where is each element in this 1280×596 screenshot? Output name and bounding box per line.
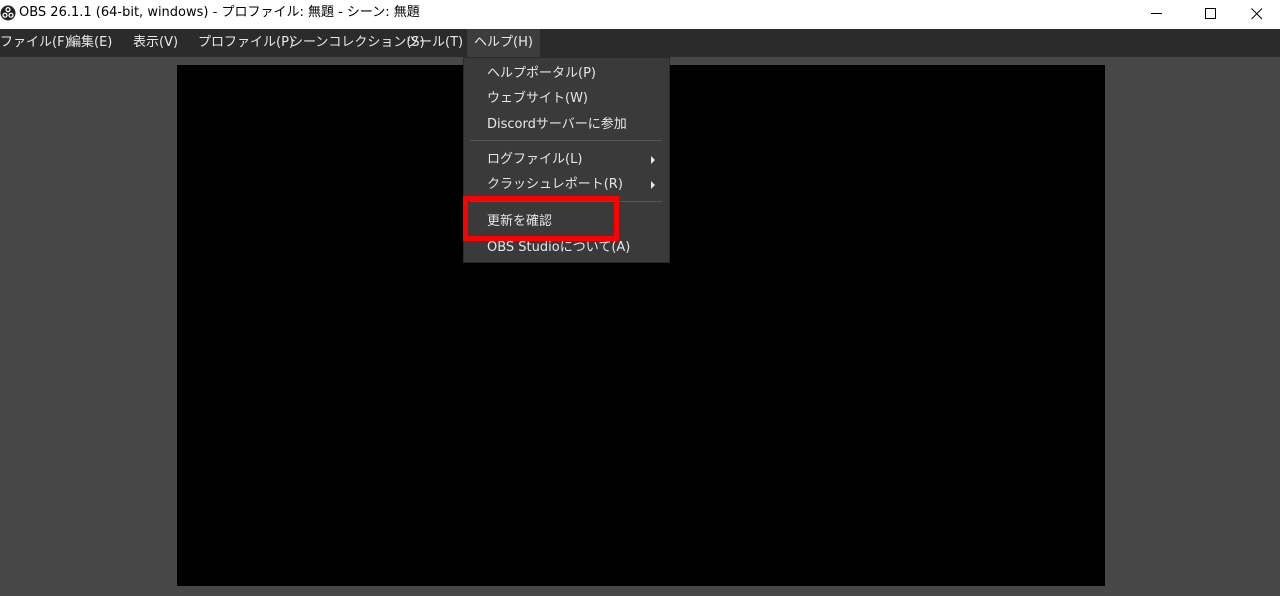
crash-reports-item[interactable]: クラッシュレポート(R): [464, 172, 669, 198]
title-bar: OBS 26.1.1 (64-bit, windows) - プロファイル: 無…: [0, 0, 1280, 29]
window-title: OBS 26.1.1 (64-bit, windows) - プロファイル: 無…: [19, 5, 420, 20]
submenu-arrow-icon: [651, 181, 655, 189]
menu-scene-collection[interactable]: シーンコレクション(S): [290, 29, 425, 57]
website-item[interactable]: ウェブサイト(W): [464, 86, 669, 112]
minimize-button[interactable]: [1134, 0, 1180, 29]
help-portal-item[interactable]: ヘルプポータル(P): [464, 61, 669, 87]
about-obs-label: OBS Studioについて(A): [487, 240, 631, 255]
close-icon: [1251, 8, 1263, 20]
close-button[interactable]: [1234, 0, 1280, 29]
help-portal-label: ヘルプポータル(P): [487, 66, 596, 81]
menu-bar: ファイル(F) 編集(E) 表示(V) プロファイル(P) シーンコレクション(…: [0, 29, 1280, 57]
check-for-updates-label: 更新を確認: [487, 214, 553, 229]
website-label: ウェブサイト(W): [487, 91, 588, 106]
menu-help[interactable]: ヘルプ(H): [467, 29, 540, 57]
menu-edit[interactable]: 編集(E): [68, 29, 112, 57]
submenu-arrow-icon: [651, 156, 655, 164]
menu-file[interactable]: ファイル(F): [0, 29, 70, 57]
obs-logo-icon: [0, 5, 16, 21]
obs-window: OBS 26.1.1 (64-bit, windows) - プロファイル: 無…: [0, 0, 1280, 596]
crash-reports-label: クラッシュレポート(R): [487, 177, 623, 192]
maximize-icon: [1205, 8, 1216, 19]
help-dropdown-menu: ヘルプポータル(P) ウェブサイト(W) Discordサーバーに参加 ログファ…: [463, 57, 670, 263]
menu-separator: [470, 140, 662, 141]
log-files-label: ログファイル(L): [487, 152, 583, 167]
about-obs-item[interactable]: OBS Studioについて(A): [464, 235, 669, 261]
menu-view[interactable]: 表示(V): [133, 29, 178, 57]
log-files-item[interactable]: ログファイル(L): [464, 147, 669, 173]
menu-tools[interactable]: ツール(T): [406, 29, 463, 57]
check-for-updates-item[interactable]: 更新を確認: [464, 209, 669, 235]
discord-item[interactable]: Discordサーバーに参加: [464, 112, 669, 138]
maximize-button[interactable]: [1188, 0, 1234, 29]
minimize-icon: [1151, 13, 1162, 14]
discord-label: Discordサーバーに参加: [487, 117, 627, 132]
menu-separator: [470, 201, 662, 202]
menu-profile[interactable]: プロファイル(P): [198, 29, 294, 57]
